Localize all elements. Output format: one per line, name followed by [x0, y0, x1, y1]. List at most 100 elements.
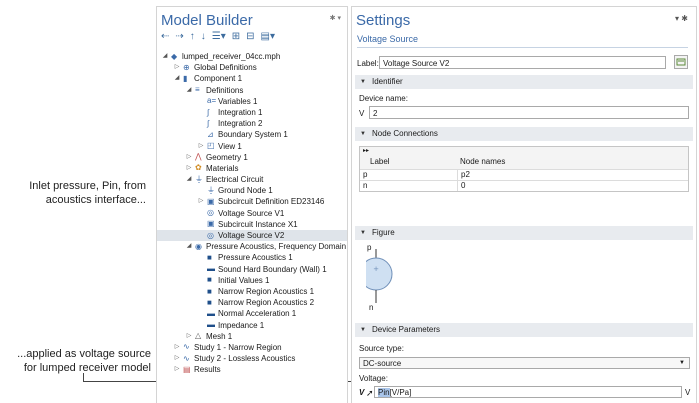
- tree-node-label: View 1: [218, 141, 242, 151]
- expand-right-icon[interactable]: ▷: [173, 342, 181, 353]
- tree-node-label: Impedance 1: [218, 320, 265, 330]
- boundary-feature-icon: ▬: [207, 264, 215, 274]
- tree-node-label: Variables 1: [218, 96, 258, 106]
- expand-right-icon[interactable]: ▷: [173, 353, 181, 364]
- tree-node[interactable]: ◎ Voltage Source V1: [157, 208, 347, 219]
- study-icon: ∿: [183, 353, 190, 363]
- source-type-select[interactable]: DC-source ▼: [359, 357, 690, 369]
- integration-icon: ∫: [207, 118, 210, 128]
- settings-pin-icon[interactable]: ▾ ✱: [675, 14, 688, 23]
- table-header: ▸▸ Label Node names: [360, 147, 688, 169]
- expand-down-icon[interactable]: ◢: [185, 174, 193, 185]
- expand-right-icon[interactable]: ▷: [197, 141, 205, 152]
- tree-node[interactable]: ▬ Normal Acceleration 1: [157, 308, 347, 319]
- table-row[interactable]: n 0: [360, 180, 688, 191]
- show-icon[interactable]: ☰▾: [212, 31, 226, 42]
- arrow-up-icon[interactable]: ↑: [190, 31, 195, 42]
- tree-node[interactable]: ■ Narrow Region Acoustics 1: [157, 286, 347, 297]
- section-node-connections[interactable]: ▼ Node Connections: [355, 127, 693, 141]
- tree-node-label: Boundary System 1: [218, 130, 288, 140]
- label-field[interactable]: Voltage Source V2: [379, 56, 666, 69]
- tree-node-label: Ground Node 1: [218, 186, 273, 196]
- panel-pin-icon[interactable]: ✱ ▾: [330, 14, 341, 22]
- tree-node-label: Narrow Region Acoustics 2: [218, 298, 315, 308]
- section-identifier[interactable]: ▼ Identifier: [355, 75, 693, 89]
- expand-right-icon[interactable]: ▷: [197, 196, 205, 207]
- arrow-down-icon[interactable]: ↓: [201, 31, 206, 42]
- tree-node[interactable]: ▬ Sound Hard Boundary (Wall) 1: [157, 264, 347, 275]
- tree-node[interactable]: ⏚ Ground Node 1: [157, 185, 347, 196]
- variables-icon: a=: [207, 96, 217, 106]
- tree-node[interactable]: ◢ ◉ Pressure Acoustics, Frequency Domain: [157, 241, 347, 252]
- tree-node[interactable]: ▷ ▣ Subcircuit Definition ED23146: [157, 196, 347, 207]
- subcircuit-icon: ▣: [207, 219, 215, 229]
- tree-node-label: Pressure Acoustics 1: [218, 253, 293, 263]
- tree-node-label: lumped_receiver_04cc.mph: [182, 52, 281, 61]
- menu-icon[interactable]: ▤▾: [261, 31, 275, 42]
- tree-node[interactable]: ◢ ▮ Component 1: [157, 73, 347, 84]
- domain-feature-icon: ■: [207, 275, 212, 285]
- section-figure[interactable]: ▼ Figure: [355, 226, 693, 240]
- device-name-field[interactable]: 2: [369, 106, 689, 119]
- expand-down-icon[interactable]: ◢: [185, 85, 193, 96]
- model-builder-title: Model Builder: [161, 12, 253, 29]
- domain-feature-icon: ■: [207, 286, 212, 296]
- tree-node-label: Component 1: [194, 74, 243, 84]
- table-pin-icon[interactable]: ▸▸: [363, 146, 369, 156]
- expand-right-icon[interactable]: ▷: [173, 364, 181, 375]
- tree-node-label: Study 1 - Narrow Region: [194, 342, 282, 352]
- tree-node-label: Integration 1: [218, 107, 263, 117]
- expand-right-icon[interactable]: ▷: [185, 152, 193, 163]
- label-edit-button[interactable]: [674, 55, 688, 69]
- section-device-parameters[interactable]: ▼ Device Parameters: [355, 323, 693, 337]
- tree-node[interactable]: ▷ ∿ Study 2 - Lossless Acoustics: [157, 353, 347, 364]
- tree-node[interactable]: ◢ ≡ Definitions: [157, 85, 347, 96]
- tree-node[interactable]: a= Variables 1: [157, 96, 347, 107]
- collapse-triangle-icon: ▼: [360, 230, 366, 236]
- tree-node[interactable]: ◢ ◆ lumped_receiver_04cc.mph: [157, 51, 347, 62]
- voltage-input[interactable]: Pin[V/Pa]: [374, 386, 682, 398]
- arrow-right-icon[interactable]: ⇢: [175, 31, 183, 42]
- tree-node[interactable]: ▷ ⊕ Global Definitions: [157, 62, 347, 73]
- expand-down-icon[interactable]: ◢: [161, 51, 169, 62]
- tree-node[interactable]: ◢ ⏚ Electrical Circuit: [157, 174, 347, 185]
- tree-node[interactable]: ▷ ▤ Results: [157, 364, 347, 375]
- edit-icon: [676, 58, 686, 66]
- expand-right-icon[interactable]: ▷: [185, 163, 193, 174]
- tree-node[interactable]: ■ Narrow Region Acoustics 2: [157, 297, 347, 308]
- tree-node[interactable]: ▬ Impedance 1: [157, 320, 347, 331]
- tree-node[interactable]: ■ Initial Values 1: [157, 275, 347, 286]
- tree-node-label: Voltage Source V1: [218, 208, 285, 218]
- model-tree: ◢ ◆ lumped_receiver_04cc.mph ▷ ⊕ Global Defin…: [157, 51, 347, 375]
- tree-node[interactable]: ⊿ Boundary System 1: [157, 129, 347, 140]
- collapse-triangle-icon: ▼: [360, 327, 366, 333]
- tree-node[interactable]: ▷ ◰ View 1: [157, 141, 347, 152]
- ground-icon: ⏚: [207, 185, 215, 195]
- tree-node-label: Subcircuit Instance X1: [218, 219, 298, 229]
- tree-node[interactable]: ▷ ⋀ Geometry 1: [157, 152, 347, 163]
- model-builder-toolbar: ⇠ ⇢ ↑ ↓ ☰▾ ⊞ ⊟ ▤▾: [161, 31, 275, 42]
- tree-node[interactable]: ▣ Subcircuit Instance X1: [157, 219, 347, 230]
- expand-icon[interactable]: ⊞: [232, 31, 240, 42]
- tree-node[interactable]: ∫ Integration 2: [157, 118, 347, 129]
- expand-right-icon[interactable]: ▷: [185, 331, 193, 342]
- expand-down-icon[interactable]: ◢: [185, 241, 193, 252]
- expand-right-icon[interactable]: ▷: [173, 62, 181, 73]
- model-builder-panel: Model Builder ✱ ▾ ⇠ ⇢ ↑ ↓ ☰▾ ⊞ ⊟ ▤▾ ◢ ◆ lu…: [157, 7, 347, 403]
- voltage-unit-expression: [V/Pa]: [389, 388, 412, 397]
- table-row[interactable]: p p2: [360, 169, 688, 180]
- tree-node[interactable]: ∫ Integration 1: [157, 107, 347, 118]
- tree-node[interactable]: ◎ Voltage Source V2: [157, 230, 347, 242]
- tree-node[interactable]: ▷ △ Mesh 1: [157, 331, 347, 342]
- voltage-selected-text: Pin: [378, 388, 390, 397]
- tree-node[interactable]: ■ Pressure Acoustics 1: [157, 252, 347, 263]
- expand-down-icon[interactable]: ◢: [173, 73, 181, 84]
- tree-node[interactable]: ▷ ✿ Materials: [157, 163, 347, 174]
- collapse-icon[interactable]: ⊟: [246, 31, 254, 42]
- tree-node-label: Normal Acceleration 1: [218, 309, 297, 319]
- arrow-left-icon[interactable]: ⇠: [161, 31, 169, 42]
- boundary-feature-icon: ▬: [207, 320, 215, 330]
- chevron-down-icon: ▼: [679, 360, 685, 366]
- divider: [357, 47, 688, 48]
- tree-node[interactable]: ▷ ∿ Study 1 - Narrow Region: [157, 342, 347, 353]
